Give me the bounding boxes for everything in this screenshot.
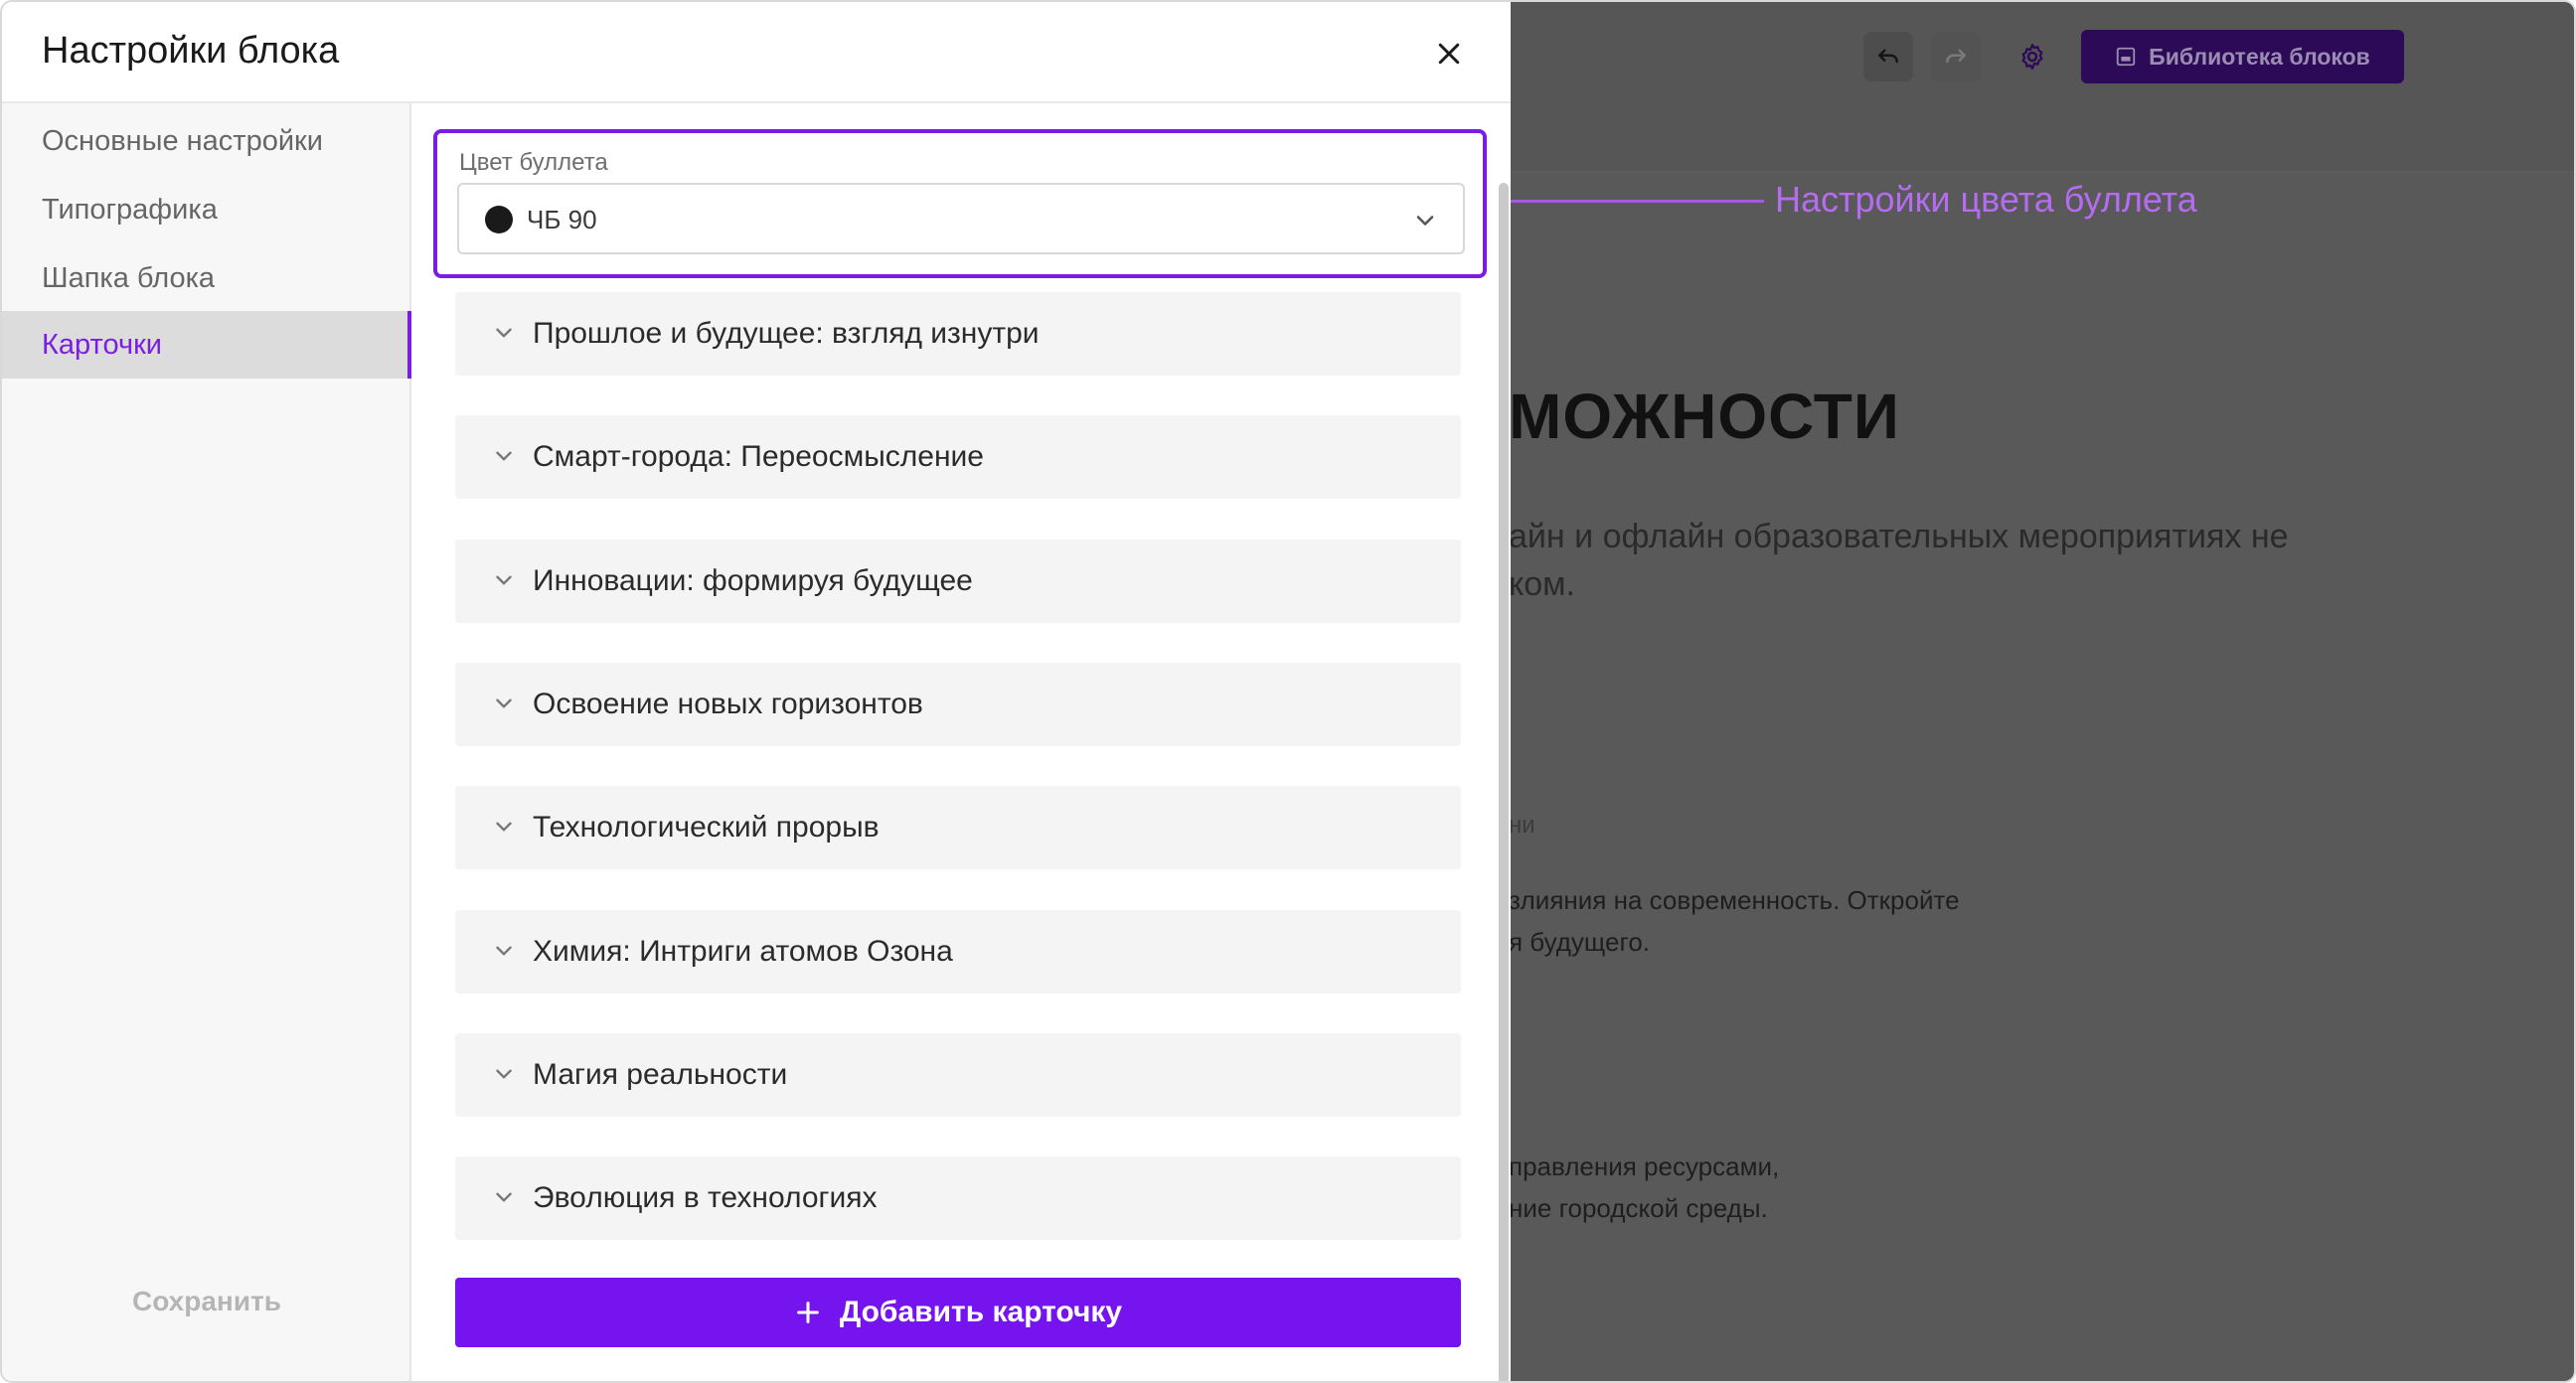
redo-button[interactable] bbox=[1931, 32, 1981, 81]
preview-card-line: ние городской среды. bbox=[1511, 1193, 1768, 1223]
close-icon bbox=[1438, 43, 1460, 65]
preview-card-text: правления ресурсами, ние городской среды… bbox=[1511, 1146, 1779, 1229]
color-swatch bbox=[485, 206, 513, 233]
editor-toolbar: Библиотека блоков bbox=[1511, 2, 2574, 173]
modal-title: Настройки блока bbox=[42, 30, 340, 72]
preview-lead: айн и офлайн образовательных мероприятия… bbox=[1511, 513, 2289, 608]
block-library-label: Библиотека блоков bbox=[2149, 43, 2370, 70]
card-accordion-item[interactable]: Магия реальности bbox=[455, 1032, 1461, 1117]
card-title: Прошлое и будущее: взгляд изнутри bbox=[533, 317, 1040, 350]
settings-sidebar: Основные настройки Типографика Шапка бло… bbox=[2, 103, 411, 1381]
sidebar-item-basic-settings[interactable]: Основные настройки bbox=[2, 107, 411, 175]
bullet-color-field: Цвет буллета ЧБ 90 bbox=[433, 129, 1487, 278]
block-library-button[interactable]: Библиотека блоков bbox=[2081, 30, 2404, 83]
settings-button[interactable] bbox=[2008, 32, 2057, 81]
undo-icon bbox=[1878, 49, 1898, 64]
annotation-line bbox=[1491, 200, 1764, 203]
bullet-color-value: ЧБ 90 bbox=[527, 205, 597, 234]
card-accordion-item[interactable]: Освоение новых горизонтов bbox=[455, 662, 1461, 746]
redo-icon bbox=[1946, 49, 1966, 64]
bullet-color-select[interactable]: ЧБ 90 bbox=[457, 183, 1465, 254]
chevron-down-icon bbox=[496, 1069, 512, 1079]
card-title: Технологический прорыв bbox=[533, 811, 880, 845]
scrollbar[interactable] bbox=[1499, 183, 1509, 1381]
card-title: Освоение новых горизонтов bbox=[533, 687, 923, 720]
annotation-label: Настройки цвета буллета bbox=[1775, 179, 2197, 220]
chevron-down-icon bbox=[496, 946, 512, 955]
card-accordion-item[interactable]: Инновации: формируя будущее bbox=[455, 538, 1461, 623]
chevron-down-icon bbox=[496, 451, 512, 461]
chevron-down-icon bbox=[496, 328, 512, 338]
chevron-down-icon bbox=[496, 1192, 512, 1202]
card-accordion-item[interactable]: Смарт-города: Переосмысление bbox=[455, 415, 1461, 500]
preview-card-line: злияния на современность. Откройте bbox=[1511, 885, 1960, 915]
sidebar-item-block-header[interactable]: Шапка блока bbox=[2, 244, 411, 312]
chevron-down-icon bbox=[496, 822, 512, 832]
card-accordion-item[interactable]: Технологический прорыв bbox=[455, 786, 1461, 870]
save-button[interactable]: Сохранить bbox=[2, 1286, 411, 1317]
bullet-color-label: Цвет буллета bbox=[459, 149, 608, 176]
card-accordion-item[interactable]: Эволюция в технологиях bbox=[455, 1156, 1461, 1241]
preview-lead-line: айн и офлайн образовательных мероприятия… bbox=[1511, 518, 2289, 555]
preview-lead-line: ком. bbox=[1511, 565, 1575, 603]
preview-heading: можности bbox=[1511, 381, 1900, 452]
block-settings-modal: Настройки блока Основные настройки Типог… bbox=[0, 0, 1511, 1383]
settings-content: Цвет буллета ЧБ 90 Прошлое и будущее: вз… bbox=[413, 103, 1511, 1381]
card-title: Магия реальности bbox=[533, 1057, 788, 1091]
plus-icon bbox=[797, 1302, 819, 1323]
chevron-down-icon bbox=[496, 698, 512, 708]
card-title: Инновации: формируя будущее bbox=[533, 563, 973, 597]
modal-header: Настройки блока bbox=[2, 2, 1511, 103]
sidebar-item-typography[interactable]: Типографика bbox=[2, 176, 411, 243]
preview-card-line: правления ресурсами, bbox=[1511, 1152, 1780, 1181]
undo-button[interactable] bbox=[1863, 32, 1913, 81]
add-card-button[interactable]: Добавить карточку bbox=[455, 1278, 1461, 1347]
card-title: Эволюция в технологиях bbox=[533, 1181, 878, 1215]
card-accordion-item[interactable]: Прошлое и будущее: взгляд изнутри bbox=[455, 292, 1461, 376]
chevron-down-icon bbox=[496, 575, 512, 585]
preview-card-line: я будущего. bbox=[1511, 927, 1651, 957]
preview-card-text: злияния на современность. Откройте я буд… bbox=[1511, 879, 1960, 963]
gear-icon bbox=[2021, 44, 2043, 70]
chevron-down-icon bbox=[1416, 216, 1434, 226]
add-card-label: Добавить карточку bbox=[839, 1296, 1123, 1328]
card-title: Химия: Интриги атомов Озона bbox=[533, 934, 953, 968]
card-title: Смарт-города: Переосмысление bbox=[533, 440, 984, 474]
sidebar-item-cards[interactable]: Карточки bbox=[2, 311, 411, 379]
card-accordion-item[interactable]: Химия: Интриги атомов Озона bbox=[455, 909, 1461, 994]
close-button[interactable] bbox=[1429, 34, 1469, 74]
library-icon bbox=[2116, 47, 2136, 67]
preview-card-label: ни bbox=[1511, 812, 1535, 839]
